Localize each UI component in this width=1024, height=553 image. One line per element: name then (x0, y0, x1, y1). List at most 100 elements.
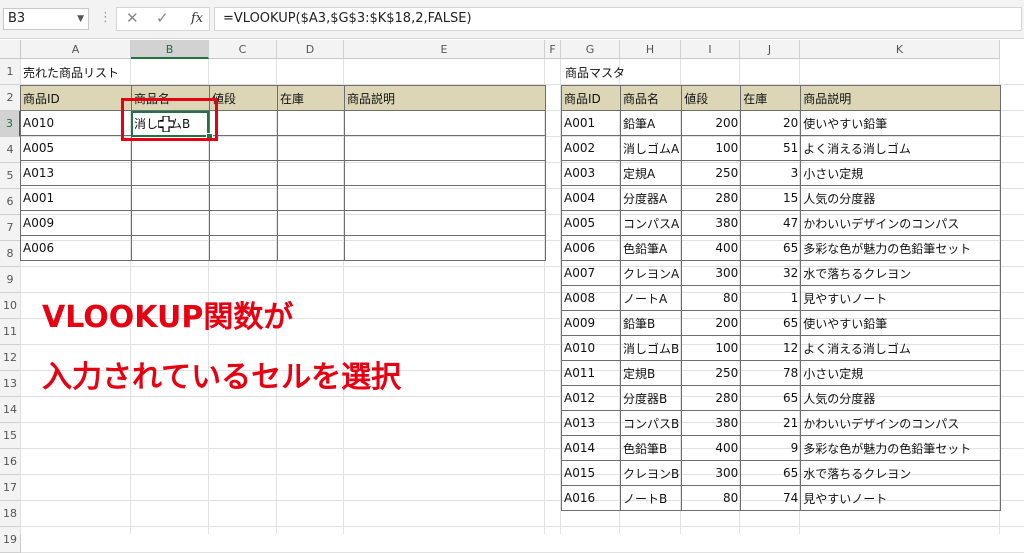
master-cell[interactable]: 300 (681, 460, 742, 486)
master-cell[interactable]: A007 (561, 260, 621, 286)
row-header-2[interactable]: 2 (0, 85, 21, 111)
master-cell[interactable]: 水で落ちるクレヨン (800, 460, 1002, 486)
master-cell[interactable]: 12 (740, 335, 802, 361)
master-cell[interactable]: よく消える消しゴム (800, 135, 1002, 161)
master-cell[interactable]: 65 (740, 310, 802, 336)
sold-list-cell[interactable]: A013 (20, 160, 132, 186)
master-cell[interactable]: A005 (561, 210, 621, 236)
master-cell[interactable]: 人気の分度器 (800, 185, 1002, 211)
master-cell[interactable]: 280 (681, 185, 742, 211)
master-cell[interactable]: 380 (681, 210, 742, 236)
sold-list-cell[interactable] (277, 110, 345, 136)
master-cell[interactable]: 380 (681, 410, 742, 436)
master-cell[interactable]: 100 (681, 335, 742, 361)
master-header-cell[interactable]: 在庫 (740, 85, 802, 111)
master-cell[interactable]: 20 (740, 110, 802, 136)
master-cell[interactable]: 280 (681, 385, 742, 411)
row-header-17[interactable]: 17 (0, 475, 21, 501)
master-cell[interactable]: A006 (561, 235, 621, 261)
column-header-g[interactable]: G (561, 40, 620, 59)
master-cell[interactable]: 250 (681, 360, 742, 386)
master-cell[interactable]: 分度器A (619, 185, 683, 211)
master-cell[interactable]: A015 (561, 460, 621, 486)
row-header-4[interactable]: 4 (0, 137, 21, 163)
master-cell[interactable]: 300 (681, 260, 742, 286)
more-vertical-icon[interactable]: ⋮ (99, 10, 112, 25)
fx-icon[interactable]: fx (191, 11, 203, 26)
master-cell[interactable]: 9 (740, 435, 802, 461)
column-header-b[interactable]: B (131, 40, 209, 59)
sold-list-cell[interactable]: A006 (20, 235, 132, 261)
master-cell[interactable]: 3 (740, 160, 802, 186)
row-header-15[interactable]: 15 (0, 423, 21, 449)
master-cell[interactable]: 80 (681, 485, 742, 511)
select-all-corner[interactable] (0, 40, 21, 59)
row-header-16[interactable]: 16 (0, 449, 21, 475)
master-cell[interactable]: A001 (561, 110, 621, 136)
master-cell[interactable]: 51 (740, 135, 802, 161)
row-header-7[interactable]: 7 (0, 215, 21, 241)
master-header-cell[interactable]: 商品名 (619, 85, 683, 111)
master-cell[interactable]: 200 (681, 110, 742, 136)
master-cell[interactable]: ノートA (619, 285, 683, 311)
sold-list-header-cell[interactable]: 商品説明 (344, 85, 546, 111)
master-cell[interactable]: A009 (561, 310, 621, 336)
master-cell[interactable]: 水で落ちるクレヨン (800, 260, 1002, 286)
row-header-18[interactable]: 18 (0, 501, 21, 527)
master-header-cell[interactable]: 値段 (681, 85, 742, 111)
master-cell[interactable]: A008 (561, 285, 621, 311)
master-cell[interactable]: 多彩な色が魅力の色鉛筆セット (800, 235, 1002, 261)
master-header-cell[interactable]: 商品ID (561, 85, 621, 111)
master-cell[interactable]: A013 (561, 410, 621, 436)
master-cell[interactable]: 定規B (619, 360, 683, 386)
column-header-k[interactable]: K (800, 40, 1000, 59)
cancel-icon[interactable]: ✕ (126, 9, 139, 27)
master-cell[interactable]: A010 (561, 335, 621, 361)
sold-list-header-cell[interactable]: 在庫 (277, 85, 345, 111)
master-cell[interactable]: コンパスB (619, 410, 683, 436)
master-cell[interactable]: 消しゴムA (619, 135, 683, 161)
sold-list-cell[interactable] (209, 135, 278, 161)
sold-list-cell[interactable] (344, 160, 546, 186)
master-cell[interactable]: 分度器B (619, 385, 683, 411)
row-header-12[interactable]: 12 (0, 345, 21, 371)
master-cell[interactable]: 定規A (619, 160, 683, 186)
master-cell[interactable]: 400 (681, 235, 742, 261)
master-cell[interactable]: 65 (740, 385, 802, 411)
master-cell[interactable]: 小さい定規 (800, 360, 1002, 386)
column-header-d[interactable]: D (277, 40, 344, 59)
sold-list-cell[interactable] (131, 210, 210, 236)
sold-list-cell[interactable] (209, 185, 278, 211)
master-cell[interactable]: 80 (681, 285, 742, 311)
name-box[interactable]: B3 ▼ (3, 8, 89, 30)
master-cell[interactable]: 鉛筆B (619, 310, 683, 336)
master-cell[interactable]: 200 (681, 310, 742, 336)
master-cell[interactable]: クレヨンA (619, 260, 683, 286)
sold-list-cell[interactable] (131, 235, 210, 261)
formula-input[interactable]: =VLOOKUP($A3,$G$3:$K$18,2,FALSE) (214, 7, 1022, 31)
column-header-h[interactable]: H (620, 40, 681, 59)
master-cell[interactable]: A016 (561, 485, 621, 511)
sold-list-cell[interactable] (344, 235, 546, 261)
row-header-6[interactable]: 6 (0, 189, 21, 215)
master-cell[interactable]: よく消える消しゴム (800, 335, 1002, 361)
row-header-10[interactable]: 10 (0, 293, 21, 319)
master-cell[interactable]: A002 (561, 135, 621, 161)
column-header-e[interactable]: E (344, 40, 545, 59)
column-header-a[interactable]: A (21, 40, 131, 59)
master-cell[interactable]: A014 (561, 435, 621, 461)
sold-list-title[interactable]: 売れた商品リスト (23, 60, 119, 86)
sold-list-cell[interactable]: A009 (20, 210, 132, 236)
sold-list-cell[interactable] (277, 160, 345, 186)
master-cell[interactable]: 15 (740, 185, 802, 211)
master-cell[interactable]: 21 (740, 410, 802, 436)
master-cell[interactable]: 74 (740, 485, 802, 511)
sold-list-cell[interactable] (344, 210, 546, 236)
sold-list-cell[interactable] (277, 185, 345, 211)
sold-list-cell[interactable] (344, 110, 546, 136)
master-cell[interactable]: 47 (740, 210, 802, 236)
sold-list-cell[interactable]: A001 (20, 185, 132, 211)
master-cell[interactable]: 32 (740, 260, 802, 286)
master-cell[interactable]: 見やすいノート (800, 285, 1002, 311)
master-cell[interactable]: 78 (740, 360, 802, 386)
